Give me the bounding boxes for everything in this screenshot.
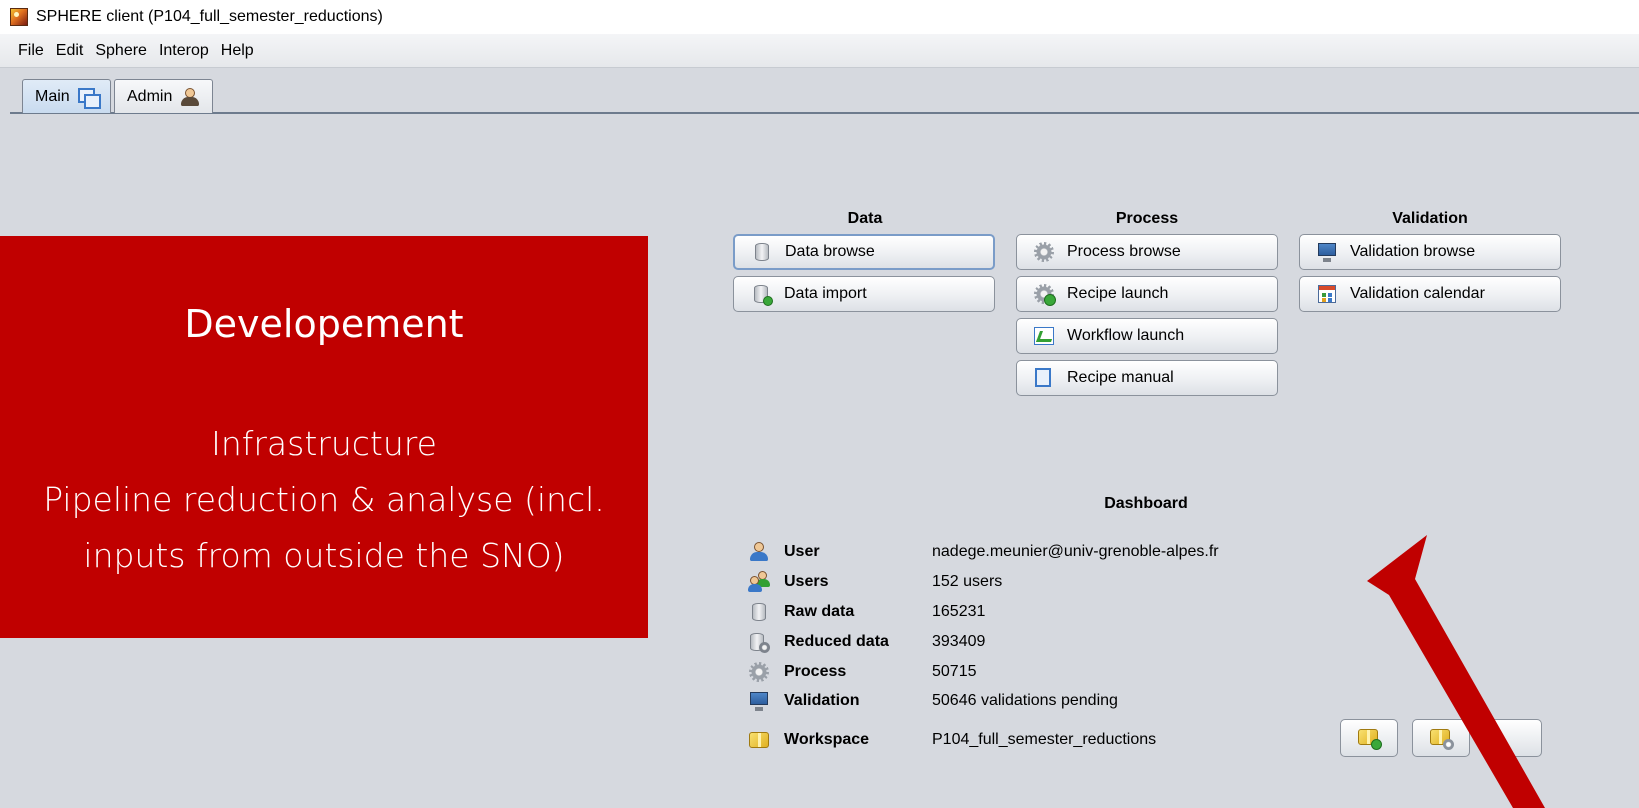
gear-launch-icon <box>1033 283 1056 306</box>
validation-browse-button[interactable]: Validation browse <box>1299 234 1561 270</box>
dashboard-label: Workspace <box>784 731 870 748</box>
data-browse-label: Data browse <box>785 243 875 260</box>
tab-strip: Main Admin <box>0 69 1639 117</box>
data-import-label: Data import <box>784 285 867 302</box>
dashboard-label: Reduced data <box>784 633 889 650</box>
windows-icon <box>77 87 101 109</box>
menu-sphere[interactable]: Sphere <box>89 42 153 60</box>
dashboard-value: 152 users <box>932 573 1003 590</box>
dashboard-row-process: Process 50715 <box>748 660 977 684</box>
data-section-title: Data <box>847 210 883 227</box>
menu-bar: File Edit Sphere Interop Help <box>0 34 1639 68</box>
tab-underline <box>10 112 1639 114</box>
workflow-chart-icon <box>1033 325 1055 347</box>
recipe-manual-label: Recipe manual <box>1067 369 1174 386</box>
manual-icon <box>1033 367 1055 389</box>
overlay-line: inputs from outside the SNO) <box>83 536 565 575</box>
reduced-data-icon <box>748 631 770 653</box>
sphere-app-icon <box>10 8 28 26</box>
window-title: SPHERE client (P104_full_semester_reduct… <box>36 8 383 25</box>
overlay-line: Infrastructure <box>211 424 437 463</box>
data-browse-button[interactable]: Data browse <box>733 234 995 270</box>
menu-help[interactable]: Help <box>215 42 260 60</box>
process-browse-button[interactable]: Process browse <box>1016 234 1278 270</box>
menu-edit[interactable]: Edit <box>50 42 90 60</box>
database-icon <box>751 241 773 263</box>
monitor-icon <box>1316 241 1338 263</box>
annotation-overlay: Developement Infrastructure Pipeline red… <box>0 236 648 638</box>
monitor-icon <box>748 690 770 712</box>
workflow-launch-button[interactable]: Workflow launch <box>1016 318 1278 354</box>
tab-main-label: Main <box>35 87 70 105</box>
database-icon <box>748 601 770 623</box>
dashboard-label: User <box>784 543 820 560</box>
dashboard-label: Validation <box>784 692 860 709</box>
gear-icon <box>1033 241 1055 263</box>
workflow-launch-label: Workflow launch <box>1067 327 1185 344</box>
admin-person-icon <box>180 87 200 107</box>
tab-admin-label: Admin <box>127 87 173 105</box>
dashboard-label: Raw data <box>784 603 855 620</box>
dashboard-row-user: User nadege.meunier@univ-grenoble-alpes.… <box>748 540 1219 564</box>
validation-calendar-label: Validation calendar <box>1350 285 1485 302</box>
overlay-line: Pipeline reduction & analyse (incl. <box>43 480 605 519</box>
overlay-text: Infrastructure Pipeline reduction & anal… <box>0 416 648 584</box>
recipe-manual-button[interactable]: Recipe manual <box>1016 360 1278 396</box>
dashboard-row-users: Users 152 users <box>748 570 1002 594</box>
data-import-button[interactable]: Data import <box>733 276 995 312</box>
database-add-icon <box>750 283 773 306</box>
dashboard-row-reduced-data: Reduced data 393409 <box>748 630 985 654</box>
annotation-arrow <box>1367 535 1545 808</box>
dashboard-value: 393409 <box>932 633 986 650</box>
validation-browse-label: Validation browse <box>1350 243 1476 260</box>
calendar-icon <box>1316 283 1338 305</box>
validation-section-title: Validation <box>1392 210 1468 227</box>
dashboard-value: 165231 <box>932 603 986 620</box>
overlay-title: Developement <box>184 302 464 346</box>
dashboard-value: P104_full_semester_reductions <box>932 731 1157 748</box>
tab-main[interactable]: Main <box>22 79 111 113</box>
menu-interop[interactable]: Interop <box>153 42 215 60</box>
menu-file[interactable]: File <box>12 42 50 60</box>
dashboard-label: Process <box>784 663 847 680</box>
gear-icon <box>748 661 770 683</box>
dashboard-row-raw-data: Raw data 165231 <box>748 600 985 624</box>
validation-calendar-button[interactable]: Validation calendar <box>1299 276 1561 312</box>
dashboard-row-validation: Validation 50646 validations pending <box>748 689 1118 713</box>
dashboard-label: Users <box>784 573 829 590</box>
dashboard-value: 50715 <box>932 663 977 680</box>
user-icon <box>748 541 770 563</box>
tab-admin[interactable]: Admin <box>114 79 214 113</box>
window-titlebar: SPHERE client (P104_full_semester_reduct… <box>0 0 1639 34</box>
dashboard-row-workspace: Workspace P104_full_semester_reductions <box>748 728 1156 752</box>
dashboard-value: 50646 validations pending <box>932 692 1118 709</box>
process-section-title: Process <box>1115 210 1179 227</box>
process-browse-label: Process browse <box>1067 243 1181 260</box>
dashboard-value: nadege.meunier@univ-grenoble-alpes.fr <box>932 543 1219 560</box>
recipe-launch-button[interactable]: Recipe launch <box>1016 276 1278 312</box>
recipe-launch-label: Recipe launch <box>1067 285 1169 302</box>
dashboard-title: Dashboard <box>1104 495 1188 512</box>
users-icon <box>748 571 770 593</box>
workspace-box-icon <box>748 729 770 751</box>
